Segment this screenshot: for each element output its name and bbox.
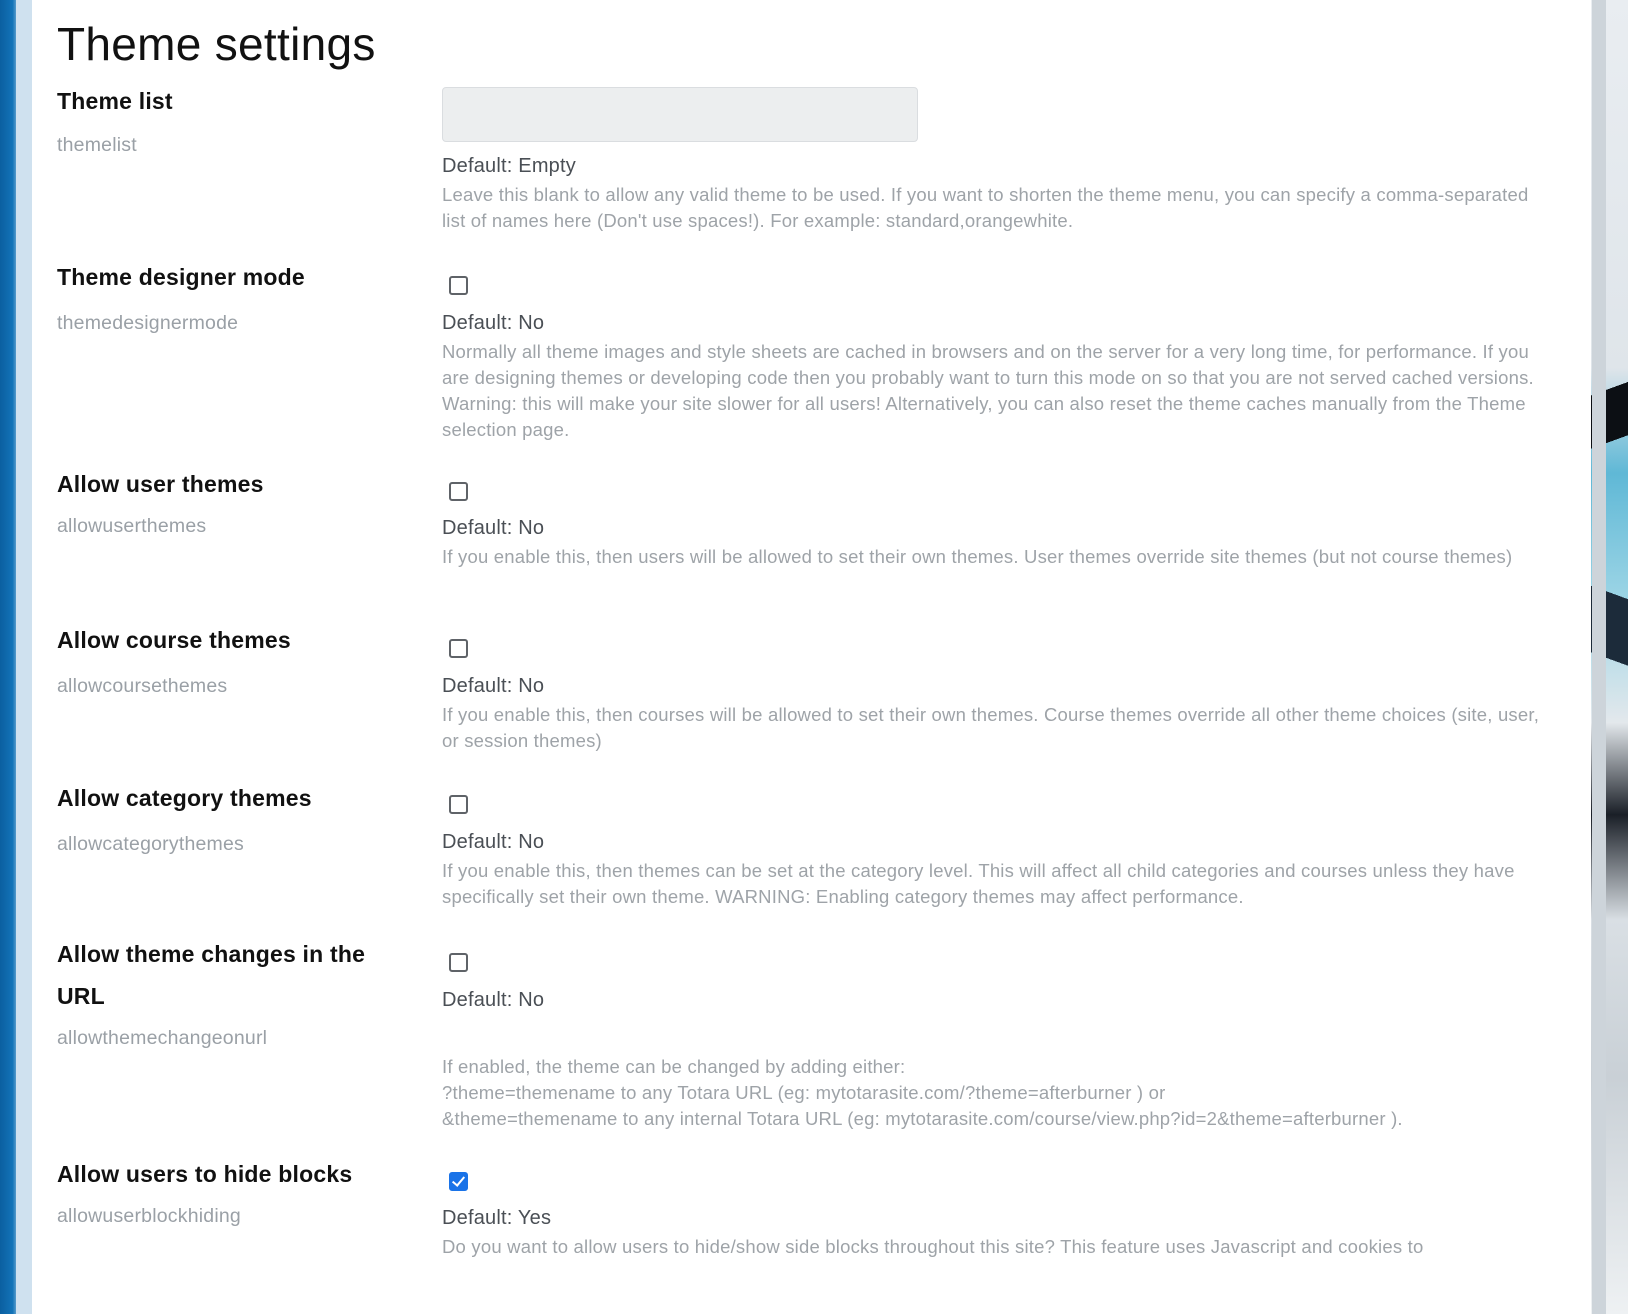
setting-default: Default: Yes: [442, 1207, 552, 1229]
setting-default: Default: No: [442, 675, 545, 697]
page-title: Theme settings: [57, 18, 376, 70]
setting-description: Leave this blank to allow any valid them…: [442, 184, 1529, 231]
settings-panel: Theme settings Theme list themelist Defa…: [32, 0, 1591, 1314]
setting-description: If you enable this, then users will be a…: [442, 546, 1513, 567]
setting-default: Default: No: [442, 831, 545, 853]
themelist-input[interactable]: [442, 87, 918, 142]
left-background-border: [16, 0, 32, 1314]
setting-label-column: Allow course themes allowcoursethemes: [57, 619, 417, 699]
setting-label-column: Theme list themelist: [57, 80, 417, 158]
setting-control-column: Default: No If you enable this, then the…: [442, 777, 1552, 910]
setting-title: Allow course themes: [57, 627, 291, 653]
setting-key: allowuserthemes: [57, 515, 207, 537]
allowuserblockhiding-checkbox[interactable]: [449, 1172, 468, 1191]
setting-key: allowcoursethemes: [57, 675, 228, 697]
setting-key: allowuserblockhiding: [57, 1205, 241, 1227]
setting-key: themelist: [57, 134, 137, 156]
setting-control-column: Default: Yes Do you want to allow users …: [442, 1153, 1552, 1260]
allowthemechangeonurl-checkbox[interactable]: [449, 953, 468, 972]
setting-control-column: Default: No If you enable this, then cou…: [442, 619, 1552, 754]
setting-default: Default: Empty: [442, 155, 576, 177]
setting-description: Do you want to allow users to hide/show …: [442, 1236, 1424, 1257]
setting-key: allowcategorythemes: [57, 833, 244, 855]
themedesignermode-checkbox[interactable]: [449, 276, 468, 295]
setting-title: Allow theme changes in the URL: [57, 941, 366, 1009]
setting-title: Theme designer mode: [57, 264, 305, 290]
allowuserthemes-checkbox[interactable]: [449, 482, 468, 501]
setting-key: themedesignermode: [57, 312, 239, 334]
setting-key: allowthemechangeonurl: [57, 1027, 268, 1049]
right-background-border: [1592, 0, 1606, 1314]
setting-title: Theme list: [57, 88, 173, 114]
setting-label-column: Allow user themes allowuserthemes: [57, 463, 417, 539]
setting-control-column: Default: No If you enable this, then use…: [442, 463, 1552, 570]
setting-description: If you enable this, then themes can be s…: [442, 860, 1515, 907]
setting-description: Normally all theme images and style shee…: [442, 341, 1534, 440]
setting-default: Default: No: [442, 312, 545, 334]
allowcoursethemes-checkbox[interactable]: [449, 639, 468, 658]
setting-label-column: Allow users to hide blocks allowuserbloc…: [57, 1153, 417, 1229]
setting-description: If you enable this, then courses will be…: [442, 704, 1540, 751]
setting-control-column: Default: No Normally all theme images an…: [442, 256, 1552, 443]
setting-title: Allow category themes: [57, 785, 312, 811]
setting-control-column: Default: No If enabled, the theme can be…: [442, 933, 1552, 1132]
setting-label-column: Allow category themes allowcategorytheme…: [57, 777, 417, 857]
setting-label-column: Theme designer mode themedesignermode: [57, 256, 417, 336]
setting-title: Allow users to hide blocks: [57, 1161, 353, 1187]
setting-label-column: Allow theme changes in the URL allowthem…: [57, 933, 417, 1051]
setting-description: If enabled, the theme can be changed by …: [442, 1056, 1403, 1129]
setting-default: Default: No: [442, 517, 545, 539]
allowcategorythemes-checkbox[interactable]: [449, 795, 468, 814]
setting-title: Allow user themes: [57, 471, 264, 497]
setting-default: Default: No: [442, 989, 545, 1011]
setting-control-column: Default: Empty Leave this blank to allow…: [442, 80, 1552, 234]
